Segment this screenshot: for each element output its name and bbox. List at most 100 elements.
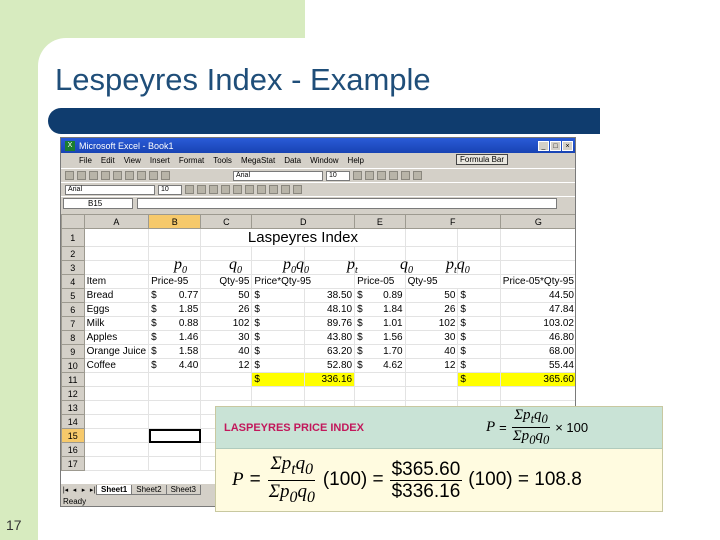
- item-cell[interactable]: Eggs: [84, 302, 150, 317]
- row-header[interactable]: 14: [61, 414, 85, 429]
- fill-color-icon[interactable]: [293, 185, 302, 194]
- header-price05-qty95[interactable]: Price-05*Qty-95: [500, 274, 575, 289]
- item-cell[interactable]: Apples: [84, 330, 150, 345]
- percent-icon[interactable]: [269, 185, 278, 194]
- row-header[interactable]: 7: [61, 316, 85, 331]
- first-sheet-icon[interactable]: |◂: [61, 486, 70, 494]
- qty95-b-cell[interactable]: 50: [405, 288, 459, 303]
- qty95-cell[interactable]: 102: [200, 316, 253, 331]
- price-qty95-cell[interactable]: 48.10: [304, 302, 356, 317]
- price95-cell[interactable]: $1.85: [148, 302, 202, 317]
- header-item[interactable]: Item: [84, 274, 150, 289]
- qty95-cell[interactable]: 30: [200, 330, 253, 345]
- column-header-f[interactable]: F: [404, 214, 501, 229]
- column-header-a[interactable]: A: [83, 214, 150, 229]
- dollar-sign[interactable]: $: [251, 288, 305, 303]
- maximize-icon[interactable]: □: [550, 140, 561, 151]
- price95-cell[interactable]: $1.58: [148, 344, 202, 359]
- align-left-icon[interactable]: [221, 185, 230, 194]
- qty95-cell[interactable]: 40: [200, 344, 253, 359]
- row-header[interactable]: 4: [61, 274, 85, 289]
- sort-icon[interactable]: [401, 171, 410, 180]
- menu-tools[interactable]: Tools: [213, 156, 232, 165]
- active-cell-b15[interactable]: [148, 428, 202, 443]
- price-qty95-cell[interactable]: 89.76: [304, 316, 356, 331]
- font-name-select[interactable]: Arial: [233, 170, 323, 181]
- column-header-e[interactable]: E: [354, 214, 406, 229]
- underline-icon-2[interactable]: [209, 185, 218, 194]
- price05-qty95-cell[interactable]: 46.80: [500, 330, 575, 345]
- qty95-b-cell[interactable]: 40: [405, 344, 459, 359]
- name-box[interactable]: B15: [63, 197, 133, 209]
- sheet-title-cell[interactable]: Laspeyres Index: [200, 228, 406, 247]
- dollar-sign[interactable]: $: [457, 288, 501, 303]
- column-header-d[interactable]: D: [251, 214, 356, 229]
- price05-qty95-cell[interactable]: 55.44: [500, 358, 575, 373]
- column-header-c[interactable]: C: [200, 214, 253, 229]
- menu-window[interactable]: Window: [310, 156, 338, 165]
- close-icon[interactable]: ×: [562, 140, 573, 151]
- font-size-select-2[interactable]: 10: [158, 184, 182, 195]
- menu-insert[interactable]: Insert: [150, 156, 170, 165]
- paste-icon[interactable]: [161, 171, 170, 180]
- borders-icon[interactable]: [281, 185, 290, 194]
- header-qty95[interactable]: Qty-95: [200, 274, 253, 289]
- row-header[interactable]: 17: [61, 456, 85, 471]
- price05-qty95-cell[interactable]: 68.00: [500, 344, 575, 359]
- row-header[interactable]: 11: [61, 372, 85, 387]
- new-icon[interactable]: [65, 171, 74, 180]
- bold-icon-2[interactable]: [185, 185, 194, 194]
- item-cell[interactable]: Bread: [84, 288, 150, 303]
- price-qty95-cell[interactable]: 43.80: [304, 330, 356, 345]
- price05-cell[interactable]: $1.70: [354, 344, 406, 359]
- menu-edit[interactable]: Edit: [101, 156, 115, 165]
- header-price-qty95[interactable]: Price*Qty-95: [251, 274, 356, 289]
- price05-cell[interactable]: $1.84: [354, 302, 406, 317]
- copy-icon[interactable]: [149, 171, 158, 180]
- price05-qty95-cell[interactable]: 47.84: [500, 302, 575, 317]
- price-qty95-cell[interactable]: 63.20: [304, 344, 356, 359]
- next-sheet-icon[interactable]: ▸: [79, 486, 88, 494]
- price-qty95-cell[interactable]: 38.50: [304, 288, 356, 303]
- dollar-sign[interactable]: $: [251, 330, 305, 345]
- total-ptq0[interactable]: 365.60: [500, 372, 575, 387]
- row-header[interactable]: 15: [61, 428, 85, 443]
- italic-icon-2[interactable]: [197, 185, 206, 194]
- row-header[interactable]: 2: [61, 246, 85, 261]
- dollar-sign[interactable]: $: [251, 302, 305, 317]
- price95-cell[interactable]: $1.46: [148, 330, 202, 345]
- preview-icon[interactable]: [113, 171, 122, 180]
- row-header[interactable]: 8: [61, 330, 85, 345]
- qty95-cell[interactable]: 26: [200, 302, 253, 317]
- row-header[interactable]: 1: [61, 228, 85, 247]
- item-cell[interactable]: Coffee: [84, 358, 150, 373]
- price05-qty95-cell[interactable]: 44.50: [500, 288, 575, 303]
- price95-cell[interactable]: $4.40: [148, 358, 202, 373]
- menu-help[interactable]: Help: [348, 156, 364, 165]
- row-header[interactable]: 13: [61, 400, 85, 415]
- dollar-sign[interactable]: $: [251, 344, 305, 359]
- header-price95[interactable]: Price-95: [148, 274, 202, 289]
- menu-file[interactable]: File: [79, 156, 92, 165]
- select-all-corner[interactable]: [61, 214, 85, 229]
- dollar-sign[interactable]: $: [457, 316, 501, 331]
- row-header[interactable]: 10: [61, 358, 85, 373]
- price05-cell[interactable]: $0.89: [354, 288, 406, 303]
- align-right-icon[interactable]: [245, 185, 254, 194]
- qty95-cell[interactable]: 50: [200, 288, 253, 303]
- price05-cell[interactable]: $1.01: [354, 316, 406, 331]
- sheet-tab-3[interactable]: Sheet3: [165, 485, 201, 495]
- total-p0q0[interactable]: 336.16: [304, 372, 356, 387]
- menu-format[interactable]: Format: [179, 156, 204, 165]
- formula-bar-button[interactable]: Formula Bar: [456, 154, 509, 165]
- currency-icon[interactable]: [257, 185, 266, 194]
- sheet-tab-1[interactable]: Sheet1: [96, 485, 133, 495]
- chart-icon[interactable]: [413, 171, 422, 180]
- row-header[interactable]: 9: [61, 344, 85, 359]
- row-header[interactable]: 16: [61, 442, 85, 457]
- font-name-select-2[interactable]: Arial: [65, 184, 155, 195]
- dollar-sign[interactable]: $: [457, 330, 501, 345]
- dollar-sign[interactable]: $: [251, 358, 305, 373]
- row-header[interactable]: 12: [61, 386, 85, 401]
- qty95-b-cell[interactable]: 12: [405, 358, 459, 373]
